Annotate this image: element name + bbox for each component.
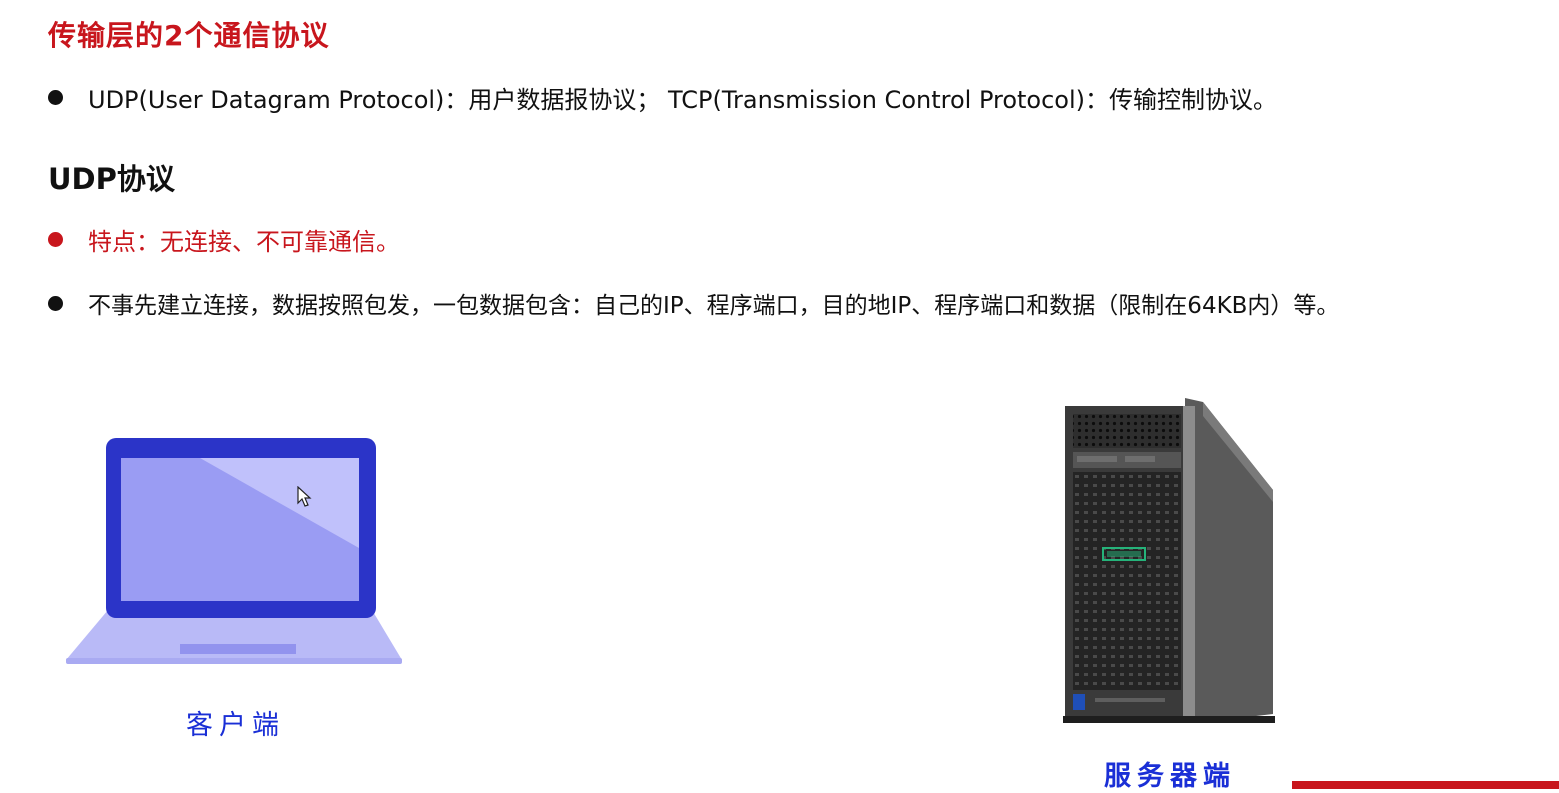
server-badge <box>1073 694 1085 710</box>
bullet-text: 不事先建立连接，数据按照包发，一包数据包含：自己的IP、程序端口，目的地IP、程… <box>88 293 1340 319</box>
bullet-text: 特点：无连接、不可靠通信。 <box>88 228 400 256</box>
slide-title: 传输层的2个通信协议 <box>48 19 330 52</box>
slide: 传输层的2个通信协议 UDP(User Datagram Protocol)：用… <box>0 0 1559 792</box>
server-label: 服务器端 <box>1104 761 1236 792</box>
bullet-udp-feature: 特点：无连接、不可靠通信。 <box>48 222 400 257</box>
laptop-icon <box>66 438 402 664</box>
server-front-mesh <box>1073 472 1181 690</box>
bullet-dot-icon <box>48 90 63 105</box>
client-label: 客户端 <box>186 710 285 741</box>
laptop-touchpad <box>180 644 296 654</box>
mouse-cursor-icon <box>297 486 312 507</box>
bullet-dot-icon <box>48 295 63 311</box>
bullet-protocols: UDP(User Datagram Protocol)：用户数据报协议； TCP… <box>48 80 1277 115</box>
server-top-mesh <box>1073 414 1181 448</box>
bullet-text: UDP(User Datagram Protocol)：用户数据报协议； TCP… <box>88 86 1278 114</box>
bullet-udp-detail: 不事先建立连接，数据按照包发，一包数据包含：自己的IP、程序端口，目的地IP、程… <box>48 286 1339 320</box>
section-heading: UDP协议 <box>48 162 175 196</box>
laptop-base-edge <box>66 658 402 664</box>
server-tower-icon <box>1063 398 1275 723</box>
server-base <box>1063 716 1275 723</box>
footer-accent-bar <box>1292 781 1559 789</box>
server-front-edge <box>1183 406 1195 720</box>
bullet-dot-icon <box>48 232 63 247</box>
